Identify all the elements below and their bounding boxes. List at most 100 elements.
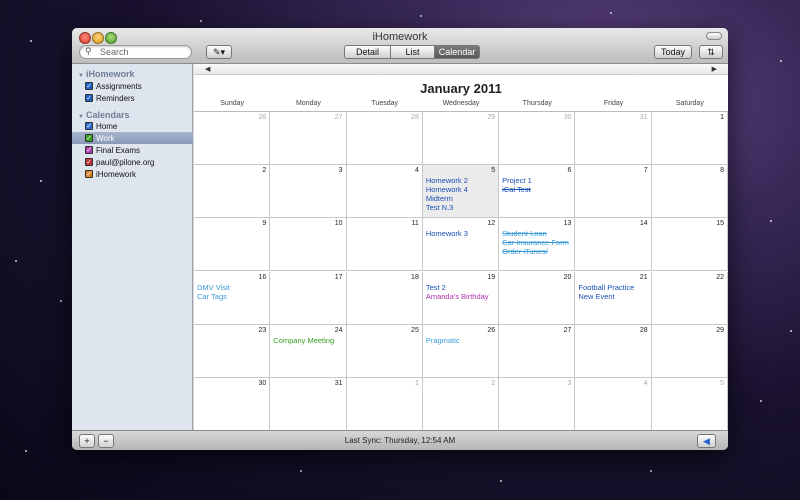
sync-button[interactable]: ⇅ xyxy=(699,45,723,59)
checkbox-icon[interactable]: ✓ xyxy=(85,170,93,178)
checkbox-icon[interactable]: ✓ xyxy=(85,134,93,142)
day-cell[interactable]: 31 xyxy=(575,112,652,166)
day-cell[interactable]: 28 xyxy=(575,324,652,378)
calendar-event[interactable]: Student Loan xyxy=(502,229,572,238)
sidebar-item-final-exams[interactable]: ✓ Final Exams xyxy=(72,144,193,156)
search-field[interactable]: ⚲ xyxy=(79,45,192,59)
day-number: 21 xyxy=(639,273,648,281)
day-cell[interactable]: 14 xyxy=(575,218,652,272)
sidebar-item-reminders[interactable]: ✓ Reminders xyxy=(72,92,193,104)
day-cell[interactable]: 3 xyxy=(499,377,576,431)
calendar-event[interactable]: Homework 3 xyxy=(426,229,496,238)
day-cell[interactable]: 30 xyxy=(194,377,271,431)
event-list: Football Practice New Event xyxy=(578,283,648,301)
calendar-event[interactable]: Project 1 xyxy=(502,176,572,185)
search-input[interactable] xyxy=(100,46,188,58)
day-cell[interactable]: 21 Football Practice New Event xyxy=(575,271,652,325)
calendar-event[interactable]: iCal Test xyxy=(502,185,572,194)
checkbox-icon[interactable]: ✓ xyxy=(85,122,93,130)
day-cell[interactable]: 27 xyxy=(499,324,576,378)
calendar-event[interactable]: Test 2 xyxy=(426,283,496,292)
day-cell[interactable]: 24 Company Meeting xyxy=(270,324,347,378)
day-cell[interactable]: 2 xyxy=(422,377,500,431)
calendar-event[interactable]: New Event xyxy=(578,292,648,301)
sidebar-item-home[interactable]: ✓ Home xyxy=(72,120,193,132)
day-cell[interactable]: 6 Project 1 iCal Test xyxy=(499,165,576,219)
sidebar-section-calendars[interactable]: ▼ Calendars xyxy=(78,110,129,120)
calendar-event[interactable]: Homework 2 xyxy=(426,176,496,185)
day-cell[interactable]: 31 xyxy=(270,377,347,431)
checkbox-icon[interactable]: ✓ xyxy=(85,82,93,90)
day-cell[interactable]: 17 xyxy=(270,271,347,325)
day-cell[interactable]: 8 xyxy=(651,165,728,219)
sidebar-section-ihomework[interactable]: ▼ iHomework xyxy=(78,69,134,79)
sidebar-item-ihomework[interactable]: ✓ iHomework xyxy=(72,168,193,180)
checkbox-icon[interactable]: ✓ xyxy=(85,146,93,154)
day-cell[interactable]: 27 xyxy=(270,112,347,166)
calendar-event[interactable]: Company Meeting xyxy=(273,336,343,345)
tab-calendar[interactable]: Calendar xyxy=(435,45,480,59)
next-month-icon[interactable]: ▶ xyxy=(712,65,717,73)
checkbox-icon[interactable]: ✓ xyxy=(85,158,93,166)
tab-detail[interactable]: Detail xyxy=(344,45,391,59)
day-cell[interactable]: 15 xyxy=(651,218,728,272)
day-cell[interactable]: 1 xyxy=(346,377,423,431)
day-cell[interactable]: 26 Pragmatic xyxy=(422,324,500,378)
day-cell[interactable]: 16 DMV Visit Car Tags xyxy=(194,271,271,325)
day-cell[interactable]: 9 xyxy=(194,218,271,272)
today-button[interactable]: Today xyxy=(654,45,692,59)
day-cell[interactable]: 19 Test 2 Amanda's Birthday xyxy=(422,271,500,325)
day-cell[interactable]: 3 xyxy=(270,165,347,219)
day-cell[interactable]: 20 xyxy=(499,271,576,325)
day-cell[interactable]: 29 xyxy=(651,324,728,378)
day-cell[interactable]: 13 Student Loan Car Insurance Form Order iT… xyxy=(499,218,576,272)
star xyxy=(15,260,17,262)
day-number: 9 xyxy=(262,220,267,228)
sidebar-item-work[interactable]: ✓ Work xyxy=(72,132,193,144)
day-cell[interactable]: 4 xyxy=(346,165,423,219)
day-cell[interactable]: 25 xyxy=(346,324,423,378)
star xyxy=(200,20,202,22)
day-number: 4 xyxy=(643,379,648,387)
day-cell[interactable]: 29 xyxy=(422,112,500,166)
day-cell[interactable]: 5 xyxy=(651,377,728,431)
event-list: Pragmatic xyxy=(426,336,496,345)
calendar-event[interactable]: Midterm xyxy=(426,194,496,203)
day-cell[interactable]: 7 xyxy=(575,165,652,219)
day-cell[interactable]: 1 xyxy=(651,112,728,166)
calendar-event[interactable]: DMV Visit xyxy=(197,283,267,292)
back-arrow-icon: ◀ xyxy=(703,435,710,446)
day-cell[interactable]: 12 Homework 3 xyxy=(422,218,500,272)
day-number: 27 xyxy=(334,114,343,121)
day-cell[interactable]: 10 xyxy=(270,218,347,272)
day-cell[interactable]: 22 xyxy=(651,271,728,325)
day-cell[interactable]: 23 xyxy=(194,324,271,378)
day-cell[interactable]: 28 xyxy=(346,112,423,166)
edit-menu-button[interactable]: ✎▾ xyxy=(206,45,232,59)
sidebar-item-paul-pilone[interactable]: ✓ paul@pilone.org xyxy=(72,156,193,168)
day-cell[interactable]: 4 xyxy=(575,377,652,431)
day-cell[interactable]: 18 xyxy=(346,271,423,325)
search-icon: ⚲ xyxy=(85,46,92,56)
day-cell[interactable]: 5 Homework 2 Homework 4 Midterm Test N.3 xyxy=(422,165,500,219)
checkbox-icon[interactable]: ✓ xyxy=(85,94,93,102)
calendar-event[interactable]: Car Tags xyxy=(197,292,267,301)
calendar-event[interactable]: Football Practice xyxy=(578,283,648,292)
previous-month-icon[interactable]: ◀ xyxy=(205,65,210,73)
star xyxy=(40,180,42,182)
calendar-event[interactable]: Amanda's Birthday xyxy=(426,292,496,301)
day-cell[interactable]: 11 xyxy=(346,218,423,272)
day-cell[interactable]: 2 xyxy=(194,165,271,219)
day-cell[interactable]: 26 xyxy=(194,112,271,166)
calendar-event[interactable]: Homework 4 xyxy=(426,185,496,194)
calendar-event[interactable]: Order iTunes/ xyxy=(502,247,572,256)
calendar-event[interactable]: Test N.3 xyxy=(426,203,496,212)
toolbar-toggle-button[interactable] xyxy=(706,32,722,40)
calendar-event[interactable]: Pragmatic xyxy=(426,336,496,345)
weekday-label: Tuesday xyxy=(371,100,398,107)
sidebar-item-assignments[interactable]: ✓ Assignments xyxy=(72,80,193,92)
tab-list[interactable]: List xyxy=(391,45,435,59)
day-cell[interactable]: 30 xyxy=(499,112,576,166)
back-button[interactable]: ◀ xyxy=(697,434,716,448)
calendar-event[interactable]: Car Insurance Form xyxy=(502,238,572,247)
